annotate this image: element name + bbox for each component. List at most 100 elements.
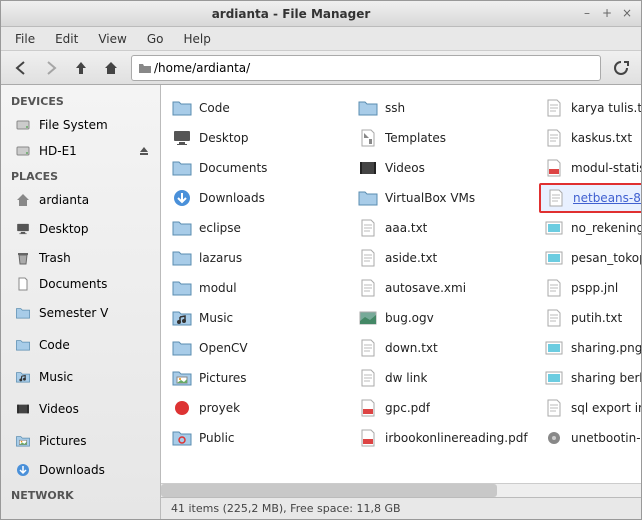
file-item[interactable]: Code: [167, 93, 353, 123]
file-item[interactable]: gpc.pdf: [353, 393, 539, 423]
img-icon: [543, 217, 565, 239]
file-item[interactable]: Music: [167, 303, 353, 333]
horizontal-scrollbar[interactable]: [161, 483, 641, 497]
file-item[interactable]: dw link: [353, 363, 539, 393]
file-name: lazarus: [199, 251, 242, 265]
file-item[interactable]: Videos: [353, 153, 539, 183]
file-item[interactable]: down.txt: [353, 333, 539, 363]
file-item[interactable]: pspp.jnl: [539, 273, 641, 303]
text-icon: [543, 307, 565, 329]
sidebar-place-semester-v[interactable]: Semester V: [1, 297, 160, 329]
sidebar-item-label: HD-E1: [39, 144, 77, 158]
file-item[interactable]: bug.ogv: [353, 303, 539, 333]
sidebar-place-documents[interactable]: Documents: [1, 271, 160, 297]
file-manager-window: ardianta - File Manager – + × File Edit …: [0, 0, 642, 520]
file-item[interactable]: Templates: [353, 123, 539, 153]
text-icon: [357, 217, 379, 239]
file-item[interactable]: VirtualBox VMs: [353, 183, 539, 213]
music-icon: [171, 307, 193, 329]
file-name: down.txt: [385, 341, 438, 355]
pathbar[interactable]: [131, 55, 601, 81]
file-item[interactable]: eclipse: [167, 213, 353, 243]
sidebar-device-hd-e1[interactable]: HD-E1: [1, 138, 160, 164]
pdf-icon: [543, 157, 565, 179]
folder-icon: [171, 277, 193, 299]
file-name: gpc.pdf: [385, 401, 430, 415]
reload-button[interactable]: [607, 54, 635, 82]
desktop-icon: [15, 218, 31, 240]
file-item[interactable]: lazarus: [167, 243, 353, 273]
file-item[interactable]: kaskus.txt: [539, 123, 641, 153]
file-item[interactable]: sql export import.txt: [539, 393, 641, 423]
scrollbar-thumb[interactable]: [161, 484, 497, 497]
eject-icon[interactable]: [138, 145, 150, 157]
file-name: karya tulis.txt: [571, 101, 641, 115]
folder-icon: [136, 61, 154, 75]
sidebar-device-file-system[interactable]: File System: [1, 112, 160, 138]
file-item[interactable]: unetbootin-linux-583: [539, 423, 641, 453]
file-name: modul-statistika.pdf: [571, 161, 641, 175]
file-item[interactable]: autosave.xmi: [353, 273, 539, 303]
toolbar: [1, 51, 641, 85]
trash-icon: [15, 250, 31, 266]
file-item[interactable]: OpenCV: [167, 333, 353, 363]
file-item[interactable]: sharing.png: [539, 333, 641, 363]
body: DEVICES File SystemHD-E1 PLACES ardianta…: [1, 85, 641, 519]
file-name: Downloads: [199, 191, 265, 205]
file-item[interactable]: netbeans-8.0.1-linux.sh: [539, 183, 641, 213]
file-item[interactable]: Public: [167, 423, 353, 453]
menu-help[interactable]: Help: [175, 30, 218, 48]
menu-go[interactable]: Go: [139, 30, 172, 48]
sidebar-place-pictures[interactable]: Pictures: [1, 425, 160, 457]
sidebar-place-desktop[interactable]: Desktop: [1, 213, 160, 245]
menu-edit[interactable]: Edit: [47, 30, 86, 48]
download-icon: [15, 462, 31, 478]
file-name: modul: [199, 281, 237, 295]
sidebar-item-label: ardianta: [39, 193, 89, 207]
maximize-button[interactable]: +: [599, 6, 615, 22]
file-item[interactable]: sharing berhasil.png: [539, 363, 641, 393]
minimize-button[interactable]: –: [579, 6, 595, 22]
file-item[interactable]: aside.txt: [353, 243, 539, 273]
file-item[interactable]: Downloads: [167, 183, 353, 213]
file-name: sql export import.txt: [571, 401, 641, 415]
text-icon: [357, 337, 379, 359]
sidebar-network-header: NETWORK: [1, 483, 160, 506]
close-button[interactable]: ×: [619, 6, 635, 22]
file-item[interactable]: Desktop: [167, 123, 353, 153]
file-item[interactable]: pesan_tokopedia.png: [539, 243, 641, 273]
file-item[interactable]: Pictures: [167, 363, 353, 393]
sidebar-place-ardianta[interactable]: ardianta: [1, 187, 160, 213]
file-item[interactable]: no_rekening_tokopedia.png: [539, 213, 641, 243]
sidebar-place-music[interactable]: Music: [1, 361, 160, 393]
sidebar-item-label: Music: [39, 370, 73, 384]
file-item[interactable]: irbookonlinereading.pdf: [353, 423, 539, 453]
file-item[interactable]: modul-statistika.pdf: [539, 153, 641, 183]
file-item[interactable]: Documents: [167, 153, 353, 183]
sidebar: DEVICES File SystemHD-E1 PLACES ardianta…: [1, 85, 161, 519]
file-name: aside.txt: [385, 251, 437, 265]
back-button[interactable]: [7, 54, 35, 82]
file-item[interactable]: ssh: [353, 93, 539, 123]
file-item[interactable]: modul: [167, 273, 353, 303]
menu-view[interactable]: View: [90, 30, 134, 48]
path-input[interactable]: [154, 61, 596, 75]
sidebar-place-code[interactable]: Code: [1, 329, 160, 361]
file-item[interactable]: putih.txt: [539, 303, 641, 333]
menu-file[interactable]: File: [7, 30, 43, 48]
file-grid[interactable]: CodeDesktopDocuments Downloads eclipse laza…: [161, 85, 641, 483]
file-name: Pictures: [199, 371, 247, 385]
sidebar-place-trash[interactable]: Trash: [1, 245, 160, 271]
up-button[interactable]: [67, 54, 95, 82]
file-item[interactable]: proyek: [167, 393, 353, 423]
main-pane: CodeDesktopDocuments Downloads eclipse laza…: [161, 85, 641, 519]
file-item[interactable]: karya tulis.txt: [539, 93, 641, 123]
sidebar-place-downloads[interactable]: Downloads: [1, 457, 160, 483]
file-item[interactable]: aaa.txt: [353, 213, 539, 243]
sidebar-place-videos[interactable]: Videos: [1, 393, 160, 425]
file-name: proyek: [199, 401, 240, 415]
picture-icon: [15, 430, 31, 452]
forward-button[interactable]: [37, 54, 65, 82]
home-button[interactable]: [97, 54, 125, 82]
file-name: sharing.png: [571, 341, 641, 355]
